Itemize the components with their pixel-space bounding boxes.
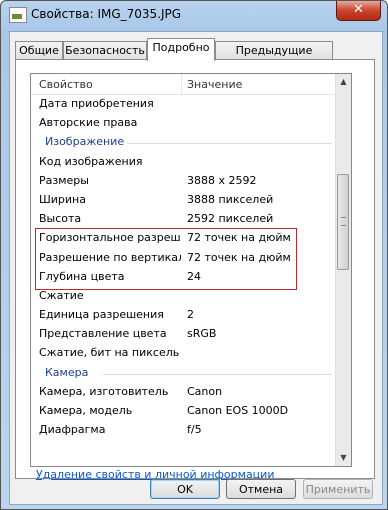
property-name: Представление цвета <box>39 327 167 341</box>
cancel-button[interactable]: Отмена <box>226 479 296 499</box>
property-name: Дата приобретения <box>39 97 154 110</box>
property-value: Canon EOS 1000D <box>187 404 289 417</box>
list-item[interactable]: Глубина цвета 24 <box>31 268 336 287</box>
property-value: 24 <box>187 269 201 283</box>
column-separator[interactable] <box>181 74 182 94</box>
list-item[interactable]: Горизонтальное разреше... 72 точек на дю… <box>31 229 336 248</box>
group-header-image: Изображение <box>31 133 336 152</box>
list-item[interactable]: Разрешение по вертикали 72 точек на дюйм <box>31 249 336 268</box>
column-header-value[interactable]: Значение <box>187 78 242 91</box>
property-value: f/5 <box>187 423 202 437</box>
list-item[interactable]: Размеры 3888 x 2592 <box>31 172 336 191</box>
property-value: 2 <box>187 308 194 322</box>
list-item[interactable]: Высота 2592 пикселей <box>31 210 336 229</box>
vertical-scrollbar[interactable]: ▲ ▼ <box>335 74 351 466</box>
scroll-down-arrow-icon[interactable]: ▼ <box>336 450 351 466</box>
scroll-up-arrow-icon[interactable]: ▲ <box>336 74 351 90</box>
tab-previous-versions[interactable]: Предыдущие версии <box>215 41 333 74</box>
property-name: Единица разрешения <box>39 308 164 322</box>
list-item[interactable]: Единица разрешения 2 <box>31 306 336 325</box>
group-divider <box>127 143 332 145</box>
title-bar[interactable]: Свойства: IMG_7035.JPG ✕ <box>1 1 387 29</box>
close-button[interactable]: ✕ <box>336 1 381 21</box>
tab-general[interactable]: Общие <box>15 41 63 59</box>
property-name: Разрешение по вертикали <box>39 250 181 264</box>
list-item[interactable]: Камера, изготовитель Canon <box>31 383 336 402</box>
property-value: 3888 x 2592 <box>187 173 257 187</box>
scrollbar-thumb[interactable] <box>337 174 349 270</box>
property-name: Камера, модель <box>39 404 133 417</box>
tab-details[interactable]: Подробно <box>147 38 215 61</box>
group-title: Камера <box>45 365 89 379</box>
property-name: Ширина <box>39 192 86 206</box>
property-name: Код изображения <box>39 154 143 168</box>
property-name: Сжатие, бит на пиксель <box>39 346 180 360</box>
tab-security[interactable]: Безопасность <box>63 41 147 59</box>
property-name: Размеры <box>39 173 89 187</box>
property-value: 72 точек на дюйм <box>187 231 291 245</box>
list-item[interactable]: Сжатие, бит на пиксель <box>31 344 336 363</box>
column-header-property[interactable]: Свойство <box>39 78 93 91</box>
details-panel: Свойство Значение Дата приобретения Авто… <box>15 59 375 481</box>
property-value: 3888 пикселей <box>187 192 274 206</box>
list-item[interactable]: Авторские права <box>31 114 336 133</box>
dialog-client-area: Общие Безопасность Подробно Предыдущие в… <box>9 31 383 505</box>
window-title: Свойства: IMG_7035.JPG <box>31 7 182 21</box>
image-file-icon <box>9 7 27 23</box>
property-name: Высота <box>39 212 82 226</box>
property-value: 72 точек на дюйм <box>187 250 291 264</box>
apply-button[interactable]: Применить <box>303 479 373 499</box>
property-value: Canon <box>187 384 223 398</box>
list-item[interactable]: Представление цвета sRGB <box>31 325 336 344</box>
ok-button[interactable]: OK <box>150 479 220 499</box>
group-title: Изображение <box>45 135 125 149</box>
list-item[interactable]: Камера, модель Canon EOS 1000D <box>31 402 336 421</box>
property-rows: Дата приобретения Авторские права Изобра… <box>31 95 336 440</box>
list-item[interactable]: Сжатие <box>31 287 336 306</box>
property-value: 2592 пикселей <box>187 212 274 226</box>
property-value: sRGB <box>187 327 217 341</box>
property-name: Диафрагма <box>39 423 106 437</box>
properties-window: Свойства: IMG_7035.JPG ✕ Общие Безопасно… <box>0 0 388 510</box>
group-header-camera: Камера <box>31 364 336 383</box>
list-header: Свойство Значение <box>31 74 336 95</box>
property-name: Камера, изготовитель <box>39 384 169 398</box>
property-name: Глубина цвета <box>39 269 125 283</box>
list-item[interactable]: Код изображения <box>31 153 336 172</box>
property-name: Горизонтальное разреше... <box>39 231 181 245</box>
list-item[interactable]: Дата приобретения <box>31 95 336 114</box>
properties-list[interactable]: Свойство Значение Дата приобретения Авто… <box>30 73 352 467</box>
property-name: Сжатие <box>39 288 84 302</box>
property-name: Авторские права <box>39 116 138 130</box>
list-item[interactable]: Диафрагма f/5 <box>31 421 336 440</box>
tab-strip: Общие Безопасность Подробно Предыдущие в… <box>15 38 375 74</box>
group-divider <box>103 373 332 375</box>
list-item[interactable]: Ширина 3888 пикселей <box>31 191 336 210</box>
